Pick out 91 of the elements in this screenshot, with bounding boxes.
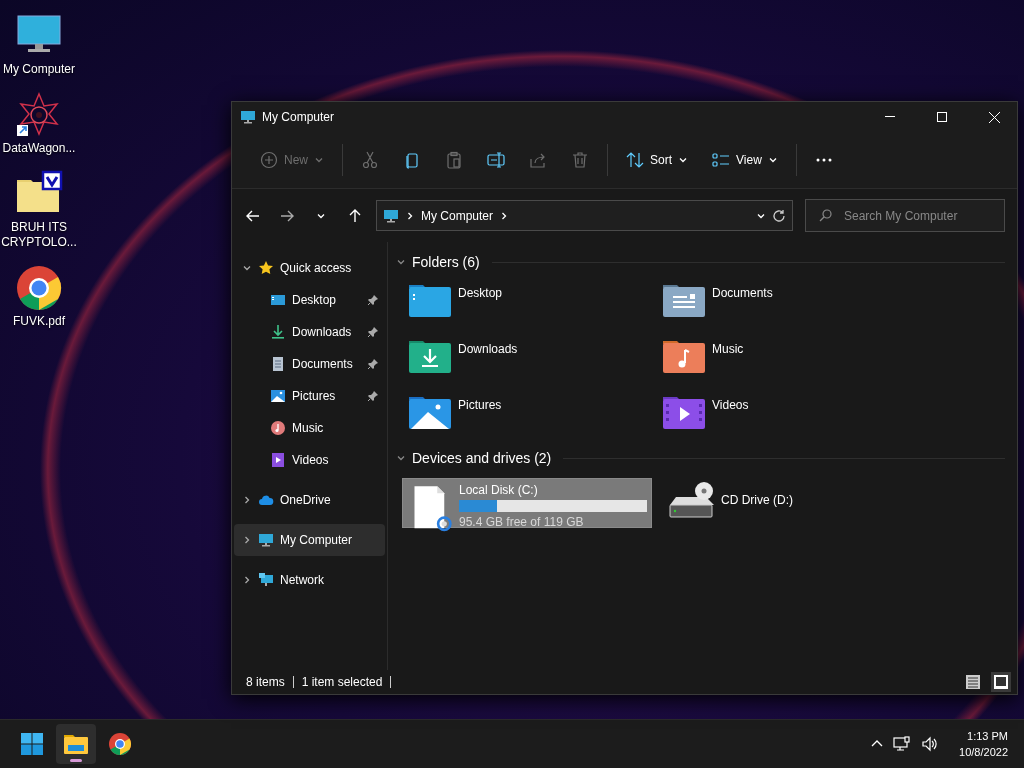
- folder-tile[interactable]: Pictures: [404, 394, 658, 438]
- chevron-right-icon: [242, 495, 252, 505]
- pictures-folder-icon: [408, 394, 452, 430]
- picture-icon: [270, 388, 286, 404]
- selection-count: 1 item selected: [301, 675, 383, 689]
- section-heading[interactable]: Devices and drives (2): [412, 450, 552, 466]
- clock[interactable]: 1:13 PM 10/8/2022: [949, 728, 1014, 760]
- chrome-icon: [15, 264, 63, 312]
- monitor-icon: [383, 207, 399, 224]
- folder-tile[interactable]: Documents: [658, 282, 912, 326]
- desktop-icon-label[interactable]: BRUH ITS CRYPTOLO...: [1, 220, 77, 250]
- sidebar-item[interactable]: Documents: [234, 348, 385, 380]
- sidebar-item[interactable]: Quick access: [234, 252, 385, 284]
- scissors-icon: [361, 151, 379, 169]
- sort-button[interactable]: Sort: [616, 142, 699, 178]
- search-field[interactable]: Search My Computer: [805, 199, 1005, 232]
- trash-icon: [571, 151, 589, 169]
- folder-tile[interactable]: Downloads: [404, 338, 658, 382]
- pin-icon[interactable]: [367, 326, 379, 338]
- collapse-chevron-icon: [396, 257, 406, 267]
- pin-icon[interactable]: [367, 390, 379, 402]
- breadcrumb[interactable]: My Computer: [421, 208, 494, 223]
- folder-icon: [63, 733, 89, 755]
- more-icon: [814, 158, 833, 162]
- details-view-button[interactable]: [963, 672, 983, 692]
- speaker-icon[interactable]: [921, 736, 940, 752]
- folder-tile[interactable]: Desktop: [404, 282, 658, 326]
- rename-icon: [487, 151, 505, 169]
- folder-tile[interactable]: Music: [658, 338, 912, 382]
- forward-arrow-icon: [280, 208, 294, 223]
- tiles-view-button[interactable]: [991, 672, 1011, 692]
- sidebar-item[interactable]: Downloads: [234, 316, 385, 348]
- refresh-icon[interactable]: [772, 208, 786, 223]
- music-folder-icon: [662, 338, 706, 374]
- maximize-icon: [937, 112, 947, 122]
- chevron-right-icon: [405, 210, 415, 221]
- monitor-icon: [240, 109, 256, 125]
- sidebar-item[interactable]: Network: [234, 564, 385, 596]
- sidebar-item[interactable]: OneDrive: [234, 484, 385, 516]
- monitor-icon: [258, 532, 274, 548]
- download-icon: [270, 324, 286, 340]
- search-icon: [819, 209, 832, 222]
- close-icon: [988, 111, 1000, 123]
- cd-drive-icon: [669, 481, 715, 519]
- clipboard-icon: [445, 151, 463, 169]
- document-icon: [270, 356, 286, 372]
- chrome-icon: [108, 732, 132, 756]
- windows-logo-icon: [20, 732, 44, 756]
- network-icon[interactable]: [893, 736, 912, 752]
- plus-circle-icon: [260, 151, 278, 169]
- chevron-right-icon: [242, 575, 252, 585]
- pin-icon[interactable]: [367, 294, 379, 306]
- back-arrow-icon: [246, 208, 260, 223]
- list-view-icon: [712, 151, 731, 169]
- chevron-right-icon: [242, 535, 252, 545]
- window-title: My Computer: [262, 110, 336, 124]
- item-count: 8 items: [246, 675, 285, 689]
- taskbar-app[interactable]: [56, 724, 96, 764]
- downloads-folder-icon: [408, 338, 452, 374]
- desktop-icon-label[interactable]: DataWagon...: [1, 141, 77, 156]
- minimize-icon: [885, 116, 895, 118]
- chevron-down-icon: [314, 155, 324, 165]
- sidebar-item[interactable]: Music: [234, 412, 385, 444]
- desktop-icon-label[interactable]: My Computer: [1, 62, 77, 77]
- chevron-down-icon: [767, 155, 778, 165]
- desktop-icon-label[interactable]: FUVK.pdf: [1, 314, 77, 329]
- view-button[interactable]: View: [702, 142, 788, 178]
- share-icon: [529, 151, 547, 169]
- music-icon: [270, 420, 286, 436]
- desktop-folder-icon: [408, 282, 452, 318]
- folder-tile[interactable]: Videos: [658, 394, 912, 438]
- chevron-down-icon: [678, 155, 689, 165]
- copy-icon: [403, 151, 421, 169]
- pin-icon[interactable]: [367, 358, 379, 370]
- drive-tile[interactable]: CD Drive (D:): [660, 478, 914, 528]
- desktop-icon: [270, 292, 286, 308]
- star-icon: [258, 260, 274, 276]
- videos-folder-icon: [662, 394, 706, 430]
- sidebar-item[interactable]: My Computer: [234, 524, 385, 556]
- up-arrow-icon: [348, 208, 362, 223]
- section-heading[interactable]: Folders (6): [412, 254, 480, 270]
- collapse-chevron-icon: [396, 453, 406, 463]
- sidebar-item[interactable]: Desktop: [234, 284, 385, 316]
- sidebar-item[interactable]: Pictures: [234, 380, 385, 412]
- sort-icon: [626, 151, 644, 169]
- sidebar-item[interactable]: Videos: [234, 444, 385, 476]
- documents-folder-icon: [662, 282, 706, 318]
- video-icon: [270, 452, 286, 468]
- address-bar[interactable]: My Computer: [376, 200, 793, 231]
- network-icon: [258, 572, 274, 588]
- chevron-down-icon: [242, 263, 252, 273]
